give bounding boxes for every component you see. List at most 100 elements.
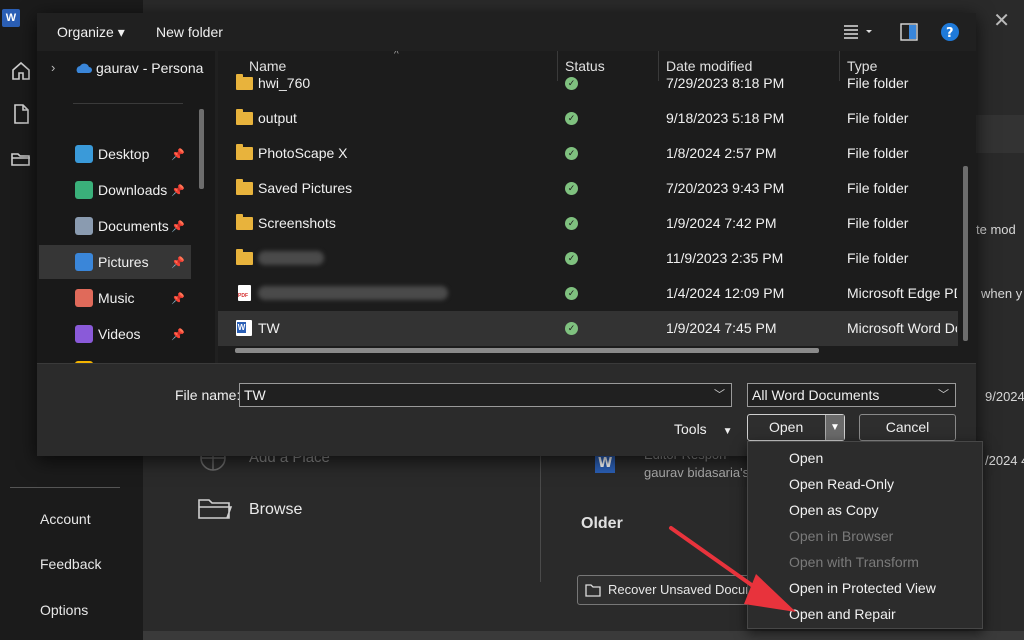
nav-item-label: Pictures — [98, 254, 149, 270]
navigation-pane: › gaurav - Persona Desktop 📌 Downloads 📌 Doc… — [37, 51, 215, 363]
open-button[interactable]: Open ▼ — [747, 414, 845, 441]
file-list: ^ Name Status Date modified Type hwi_760… — [218, 51, 976, 363]
dialog-toolbar: Organize ▾ New folder ? — [37, 13, 976, 51]
horizontal-scrollbar[interactable] — [143, 631, 1024, 640]
browse-link[interactable]: Browse — [249, 501, 302, 519]
nav-item-music[interactable]: Music 📌 — [39, 281, 191, 315]
open-folder-icon[interactable] — [10, 148, 32, 170]
file-date: 9/18/2023 5:18 PM — [666, 110, 785, 126]
folder-icon — [236, 109, 253, 125]
sync-status-icon: ✓ — [565, 182, 578, 195]
file-row[interactable]: ✓ 11/9/2023 2:35 PM File folder — [218, 241, 958, 276]
recover-unsaved-button[interactable]: Recover Unsaved Documents — [577, 575, 757, 605]
file-row[interactable]: ✓ 1/4/2024 12:09 PM Microsoft Edge PDF Doc… — [218, 276, 958, 311]
file-date: 1/4/2024 12:09 PM — [666, 285, 785, 301]
pin-icon[interactable]: 📌 — [171, 328, 185, 341]
file-row[interactable]: PhotoScape X ✓ 1/8/2024 2:57 PM File folder — [218, 136, 958, 171]
new-folder-button[interactable]: New folder — [156, 24, 223, 40]
folder-icon — [236, 179, 253, 195]
open-dropdown-arrow-icon[interactable]: ▼ — [825, 415, 844, 440]
help-icon[interactable]: ? — [940, 22, 960, 42]
recent-doc-date: 9/2024 1 — [985, 389, 1024, 404]
vertical-scrollbar[interactable] — [963, 166, 968, 341]
file-type: Microsoft Edge PDF Document — [847, 285, 957, 301]
pdf-file-icon — [238, 285, 251, 301]
nav-item-label: Music — [98, 290, 135, 306]
menu-item-open-in-protected-view[interactable]: Open in Protected View — [789, 580, 936, 596]
file-row[interactable]: TW ✓ 1/9/2024 7:45 PM Microsoft Word Docume… — [218, 311, 958, 346]
folder-icon — [236, 144, 253, 160]
music-icon — [75, 289, 93, 307]
nav-item-label: Videos — [98, 326, 141, 342]
browse-folder-icon — [198, 499, 233, 519]
home-icon[interactable] — [10, 60, 32, 82]
file-date: 1/9/2024 7:45 PM — [666, 320, 777, 336]
nav-item-desktop[interactable]: Desktop 📌 — [39, 137, 191, 171]
file-date: 1/9/2024 7:42 PM — [666, 215, 777, 231]
pin-icon[interactable]: 📌 — [171, 256, 185, 269]
sync-status-icon: ✓ — [565, 77, 578, 90]
view-options-icon[interactable] — [843, 24, 873, 40]
pin-icon[interactable]: 📌 — [171, 148, 185, 161]
file-row[interactable]: hwi_760 ✓ 7/29/2023 8:18 PM File folder — [218, 66, 958, 101]
new-document-icon[interactable] — [10, 103, 32, 125]
recover-unsaved-label: Recover Unsaved Documents — [608, 582, 756, 597]
menu-item-open[interactable]: Open — [789, 450, 823, 466]
nav-item-label: Downloads — [98, 182, 168, 198]
file-type-filter[interactable]: All Word Documents ﹀ — [747, 383, 956, 407]
sync-status-icon: ✓ — [565, 252, 578, 265]
pin-icon[interactable]: 📌 — [171, 220, 185, 233]
account-link[interactable]: Account — [40, 511, 91, 527]
nav-item-google-drive[interactable]: Google Drive📌 — [39, 353, 191, 363]
open-dropdown-menu: Open Open Read-Only Open as Copy Open in Br… — [747, 441, 983, 629]
pin-icon[interactable]: 📌 — [171, 292, 185, 305]
menu-item-open-in-browser: Open in Browser — [789, 528, 894, 544]
file-type-filter-value: All Word Documents — [752, 387, 880, 403]
options-link[interactable]: Options — [40, 602, 88, 618]
file-name-input[interactable]: TW ﹀ — [239, 383, 732, 407]
file-name: Screenshots — [258, 215, 336, 231]
backstage-divider — [10, 487, 120, 488]
cancel-button[interactable]: Cancel — [859, 414, 956, 441]
file-row[interactable]: Saved Pictures ✓ 7/20/2023 9:43 PM File fol… — [218, 171, 958, 206]
open-file-dialog: Organize ▾ New folder ? › gaurav - Perso… — [37, 13, 976, 456]
onedrive-cloud-icon — [76, 63, 92, 73]
nav-item-pictures[interactable]: Pictures 📌 — [39, 245, 191, 279]
menu-item-open-read-only[interactable]: Open Read-Only — [789, 476, 894, 492]
nav-item-onedrive[interactable]: gaurav - Persona — [96, 60, 203, 76]
file-type: File folder — [847, 145, 909, 161]
file-date: 11/9/2023 2:35 PM — [666, 250, 784, 266]
close-icon[interactable]: ✕ — [993, 8, 1010, 33]
tools-label: Tools — [674, 421, 707, 437]
older-heading: Older — [581, 515, 623, 532]
desktop-icon — [75, 145, 93, 163]
preview-pane-icon[interactable] — [900, 23, 918, 41]
menu-item-open-as-copy[interactable]: Open as Copy — [789, 502, 879, 518]
nav-item-downloads[interactable]: Downloads 📌 — [39, 173, 191, 207]
word-file-icon — [236, 320, 252, 336]
nav-item-videos[interactable]: Videos 📌 — [39, 317, 191, 351]
documents-icon — [75, 217, 93, 235]
chevron-down-icon[interactable]: ﹀ — [714, 386, 725, 402]
file-name: hwi_760 — [258, 75, 311, 91]
horizontal-scrollbar[interactable] — [235, 348, 819, 353]
nav-item-label: Documents — [98, 218, 169, 234]
backstage-header-band — [970, 115, 1024, 153]
videos-icon — [75, 325, 93, 343]
file-name: output — [258, 110, 297, 126]
file-row[interactable]: output ✓ 9/18/2023 5:18 PM File folder — [218, 101, 958, 136]
svg-text:W: W — [598, 456, 612, 471]
expand-chevron-icon[interactable]: › — [51, 60, 55, 75]
organize-button[interactable]: Organize ▾ — [57, 24, 125, 41]
redacted-name — [258, 251, 324, 265]
nav-item-documents[interactable]: Documents 📌 — [39, 209, 191, 243]
menu-item-open-and-repair[interactable]: Open and Repair — [789, 606, 896, 622]
chevron-down-icon[interactable]: ﹀ — [938, 386, 949, 402]
file-type: Microsoft Word Document — [847, 320, 957, 336]
nav-scrollbar[interactable] — [199, 109, 204, 189]
tools-button[interactable]: Tools ▼ — [674, 421, 732, 437]
pin-icon[interactable]: 📌 — [171, 184, 185, 197]
file-row[interactable]: Screenshots ✓ 1/9/2024 7:42 PM File folder — [218, 206, 958, 241]
feedback-link[interactable]: Feedback — [40, 556, 101, 572]
sync-status-icon: ✓ — [565, 112, 578, 125]
